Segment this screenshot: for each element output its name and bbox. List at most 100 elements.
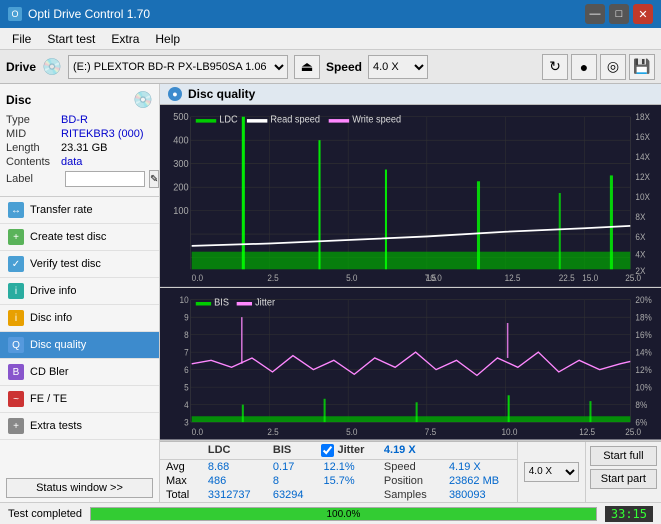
disc-header-icon: 💿	[133, 90, 153, 110]
speed-select[interactable]: 4.0 X	[368, 55, 428, 79]
nav-fe-te-label: FE / TE	[30, 393, 67, 405]
disc-type-val: BD-R	[61, 114, 88, 126]
disc-contents-row: Contents data	[6, 156, 153, 168]
svg-text:15.0: 15.0	[582, 273, 598, 284]
start-full-button[interactable]: Start full	[590, 446, 657, 466]
avg-bis: 0.17	[267, 460, 318, 475]
disc-title: Disc	[6, 93, 31, 107]
col-header-empty	[160, 442, 202, 460]
svg-text:5: 5	[184, 382, 189, 393]
disc-mid-row: MID RITEKBR3 (000)	[6, 128, 153, 140]
start-part-button[interactable]: Start part	[590, 469, 657, 489]
maximize-button[interactable]: □	[609, 4, 629, 24]
toolbar-btn-4[interactable]: 💾	[629, 54, 655, 80]
status-window-button[interactable]: Status window >>	[6, 478, 153, 498]
menu-extra[interactable]: Extra	[103, 30, 147, 48]
svg-text:9: 9	[184, 312, 189, 323]
position-key: Position	[378, 474, 443, 488]
drive-icon: 💿	[42, 57, 62, 77]
disc-length-val: 23.31 GB	[61, 142, 107, 154]
panel-title: Disc quality	[188, 87, 255, 101]
svg-text:4X: 4X	[635, 249, 645, 260]
drive-label: Drive	[6, 60, 36, 74]
nav-disc-quality[interactable]: Q Disc quality	[0, 332, 159, 359]
svg-text:12X: 12X	[635, 172, 650, 183]
svg-text:12%: 12%	[635, 365, 652, 376]
svg-text:3: 3	[184, 417, 189, 428]
menu-help[interactable]: Help	[147, 30, 188, 48]
toolbar-btn-1[interactable]: ↻	[542, 54, 568, 80]
nav-disc-info-label: Disc info	[30, 312, 72, 324]
svg-text:Read speed: Read speed	[270, 114, 320, 126]
svg-text:7.5: 7.5	[425, 426, 436, 437]
col-header-jitter-check[interactable]: Jitter	[317, 442, 377, 460]
status-bar: Test completed 100.0% 33:15	[0, 502, 661, 524]
minimize-button[interactable]: —	[585, 4, 605, 24]
nav-create-test-disc-label: Create test disc	[30, 231, 106, 243]
content-area: ● Disc quality	[160, 84, 661, 502]
svg-text:10.0: 10.0	[501, 426, 517, 437]
stats-speed-select[interactable]: 4.0 X	[524, 462, 579, 482]
disc-label-button[interactable]: ✎	[149, 170, 159, 188]
verify-test-disc-icon: ✓	[8, 256, 24, 272]
disc-label-input[interactable]	[65, 171, 145, 187]
nav-disc-quality-label: Disc quality	[30, 339, 86, 351]
nav-cd-bler[interactable]: B CD Bler	[0, 359, 159, 386]
app-icon: O	[8, 7, 22, 21]
svg-text:4: 4	[184, 400, 189, 411]
svg-text:6%: 6%	[635, 417, 647, 428]
disc-info-icon: i	[8, 310, 24, 326]
svg-text:6X: 6X	[635, 231, 645, 242]
disc-header: Disc 💿	[6, 90, 153, 110]
title-bar-controls: — □ ✕	[585, 4, 653, 24]
svg-text:200: 200	[173, 182, 189, 194]
svg-text:8X: 8X	[635, 211, 645, 222]
svg-text:5.0: 5.0	[346, 426, 357, 437]
eject-button[interactable]: ⏏	[294, 55, 320, 79]
disc-type-key: Type	[6, 114, 61, 126]
nav-items: ↔ Transfer rate + Create test disc ✓ Ver…	[0, 197, 159, 474]
svg-text:25.0: 25.0	[625, 426, 641, 437]
svg-text:8%: 8%	[635, 400, 647, 411]
jitter-checkbox[interactable]	[321, 444, 334, 457]
svg-text:400: 400	[173, 135, 189, 147]
speed-selector-area: 4.0 X	[517, 442, 585, 503]
svg-text:6: 6	[184, 365, 189, 376]
progress-label: 100.0%	[91, 508, 596, 521]
max-bis: 8	[267, 474, 318, 488]
cd-bler-icon: B	[8, 364, 24, 380]
nav-disc-info[interactable]: i Disc info	[0, 305, 159, 332]
toolbar-btn-3[interactable]: ◎	[600, 54, 626, 80]
position-val: 23862 MB	[443, 474, 517, 488]
nav-extra-tests[interactable]: + Extra tests	[0, 413, 159, 440]
nav-create-test-disc[interactable]: + Create test disc	[0, 224, 159, 251]
toolbar-btn-2[interactable]: ●	[571, 54, 597, 80]
svg-text:20%: 20%	[635, 295, 652, 306]
nav-verify-test-disc[interactable]: ✓ Verify test disc	[0, 251, 159, 278]
nav-transfer-rate[interactable]: ↔ Transfer rate	[0, 197, 159, 224]
disc-mid-key: MID	[6, 128, 61, 140]
disc-length-row: Length 23.31 GB	[6, 142, 153, 154]
nav-fe-te[interactable]: ~ FE / TE	[0, 386, 159, 413]
disc-quality-icon: Q	[8, 337, 24, 353]
disc-contents-key: Contents	[6, 156, 61, 168]
svg-text:25.0: 25.0	[625, 273, 641, 284]
svg-text:12.5: 12.5	[579, 426, 595, 437]
nav-cd-bler-label: CD Bler	[30, 366, 69, 378]
col-header-speed: 4.19 X	[378, 442, 443, 460]
svg-text:22.5: 22.5	[559, 273, 575, 284]
menu-start-test[interactable]: Start test	[39, 30, 103, 48]
samples-val: 380093	[443, 488, 517, 502]
main-layout: Disc 💿 Type BD-R MID RITEKBR3 (000) Leng…	[0, 84, 661, 502]
svg-text:Jitter: Jitter	[255, 297, 276, 309]
close-button[interactable]: ✕	[633, 4, 653, 24]
svg-text:10.0: 10.0	[426, 273, 442, 284]
nav-drive-info[interactable]: i Drive info	[0, 278, 159, 305]
extra-tests-icon: +	[8, 418, 24, 434]
svg-text:500: 500	[173, 112, 189, 124]
total-ldc: 3312737	[202, 488, 267, 502]
drive-select[interactable]: (E:) PLEXTOR BD-R PX-LB950SA 1.06	[68, 55, 288, 79]
charts-container: 500 400 300 200 100 0.0 2.5 5.0 7.5 10.0…	[160, 105, 661, 502]
menu-file[interactable]: File	[4, 30, 39, 48]
create-test-disc-icon: +	[8, 229, 24, 245]
